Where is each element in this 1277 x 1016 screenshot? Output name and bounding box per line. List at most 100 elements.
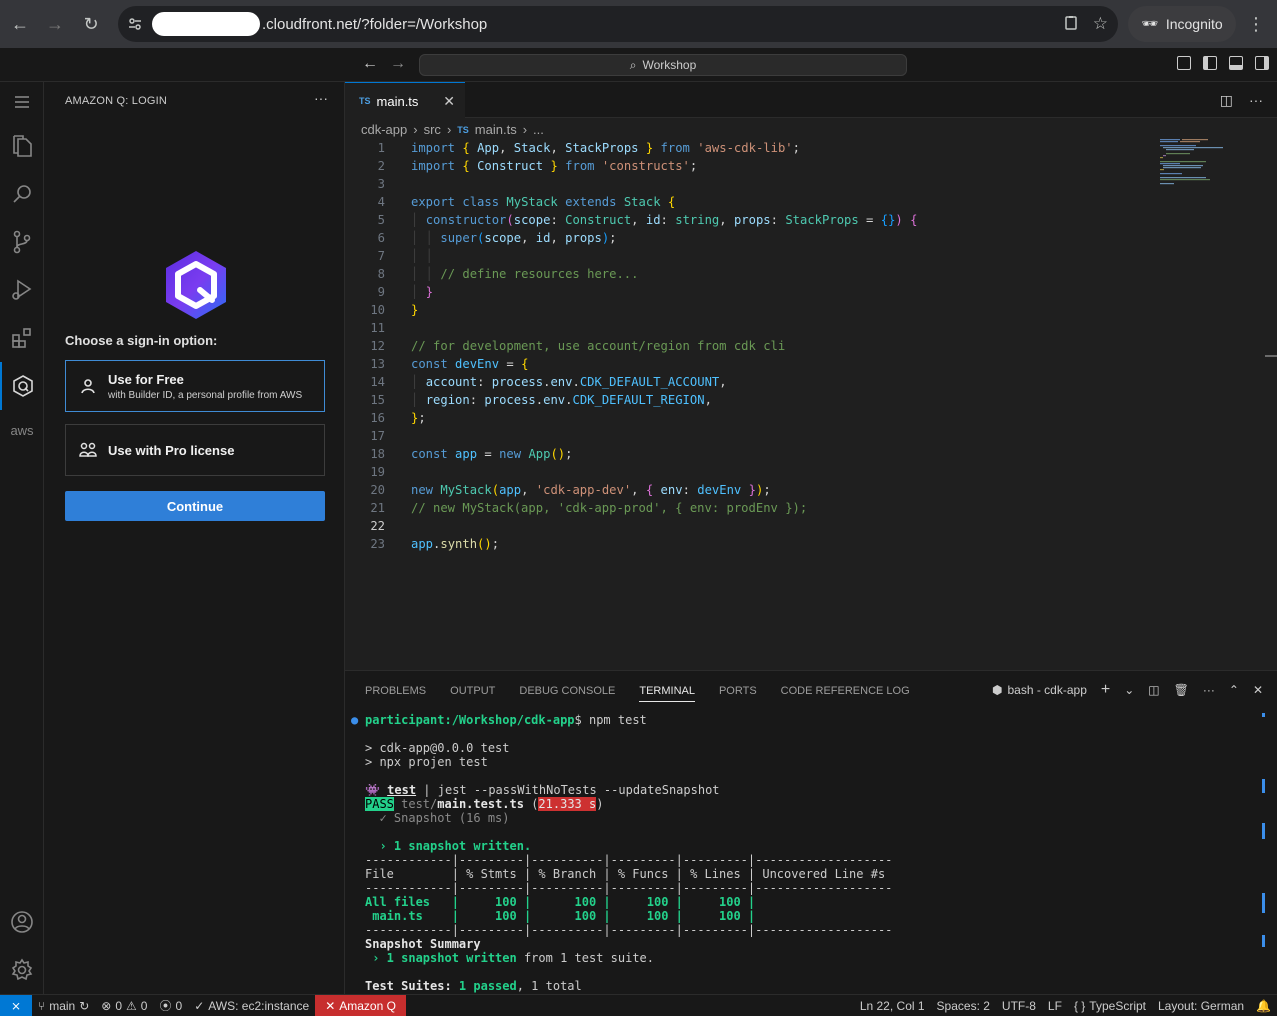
breadcrumb-item[interactable]: cdk-app xyxy=(361,122,407,137)
extensions-icon[interactable] xyxy=(0,314,44,362)
accounts-icon[interactable] xyxy=(0,898,44,946)
minimap[interactable] xyxy=(1160,139,1232,189)
aws-icon[interactable]: aws xyxy=(0,410,44,450)
prompt-dot-icon: ● xyxy=(351,713,359,727)
summary-tail: from 1 test suite. xyxy=(516,951,654,965)
branch-status[interactable]: ⑂ main ↻ xyxy=(32,999,95,1013)
command-center[interactable]: ⌕ Workshop xyxy=(419,54,907,76)
continue-button[interactable]: Continue xyxy=(65,491,325,521)
forward-icon[interactable]: → xyxy=(37,6,73,42)
prompt-path: participant:/Workshop/cdk-app xyxy=(365,713,575,727)
cursor-position[interactable]: Ln 22, Col 1 xyxy=(854,999,931,1013)
customize-layout-icon[interactable] xyxy=(1177,56,1191,70)
code-text: │ } xyxy=(411,285,434,299)
site-settings-icon[interactable] xyxy=(118,7,152,41)
keyboard-layout[interactable]: Layout: German xyxy=(1152,999,1250,1013)
toggle-sidebar-icon[interactable] xyxy=(1203,56,1217,70)
split-terminal-icon[interactable]: ◫ xyxy=(1148,683,1159,697)
terminal-scrollbar[interactable] xyxy=(1262,713,1265,993)
browser-toolbar: ← → ↻ .cloudfront.net/?folder=/Workshop … xyxy=(0,0,1277,48)
ports-status[interactable]: ⦿ 0 xyxy=(153,997,188,1014)
use-with-pro-title: Use with Pro license xyxy=(108,442,235,458)
chevron-down-icon[interactable]: ⌄ xyxy=(1124,683,1134,697)
breadcrumb-item[interactable]: main.ts xyxy=(475,122,517,137)
reload-icon[interactable]: ↻ xyxy=(73,6,109,42)
tab-problems[interactable]: PROBLEMS xyxy=(365,685,426,702)
tab-label: main.ts xyxy=(376,93,419,109)
new-terminal-icon[interactable]: + xyxy=(1101,681,1110,699)
suites-label: Test Suites: xyxy=(365,979,459,993)
explorer-icon[interactable] xyxy=(0,122,44,170)
back-icon[interactable]: ← xyxy=(2,6,38,42)
title-bar: ← → ⌕ Workshop xyxy=(0,48,1277,82)
line-number: 1 xyxy=(377,141,385,155)
run-debug-icon[interactable] xyxy=(0,266,44,314)
amazon-q-icon[interactable] xyxy=(0,362,44,410)
use-for-free-title: Use for Free xyxy=(108,371,184,387)
problems-status[interactable]: ⊗ 0 ⚠ 0 xyxy=(95,999,153,1013)
maximize-panel-icon[interactable]: ⌃ xyxy=(1229,683,1239,697)
terminal-line: ------------|---------|----------|------… xyxy=(365,923,893,937)
breadcrumb-item[interactable]: src xyxy=(424,122,441,137)
more-actions-icon[interactable]: ··· xyxy=(1249,92,1263,109)
terminal-output[interactable]: ● participant:/Workshop/cdk-app$ npm test… xyxy=(351,713,893,993)
breadcrumb: cdk-app › src › TS main.ts › ... xyxy=(361,122,544,137)
code-line: 1 import { App, Stack, StackProps } from … xyxy=(345,139,1145,157)
search-icon: ⌕ xyxy=(629,57,637,72)
aws-status[interactable]: ✓ AWS: ec2:instance xyxy=(188,999,315,1013)
nav-forward-icon[interactable]: → xyxy=(390,55,406,73)
line-number: 2 xyxy=(377,159,385,173)
end-of-line[interactable]: LF xyxy=(1042,999,1068,1013)
use-for-free-option[interactable]: Use for Free with Builder ID, a personal… xyxy=(65,360,325,412)
more-actions-icon[interactable]: ··· xyxy=(314,90,328,106)
terminal-line: File | % Stmts | % Branch | % Funcs | % … xyxy=(365,867,893,881)
tab-main-ts[interactable]: TS main.ts ✕ xyxy=(345,82,465,119)
url-text: .cloudfront.net/?folder=/Workshop xyxy=(262,15,488,33)
remote-indicator-icon[interactable]: ⨯ xyxy=(0,994,32,1016)
code-line: 11 xyxy=(345,319,1145,337)
breadcrumb-item[interactable]: ... xyxy=(533,122,544,137)
tab-output[interactable]: OUTPUT xyxy=(450,685,495,702)
terminal-selector[interactable]: ⬢ bash - cdk-app xyxy=(992,683,1087,697)
language-mode[interactable]: { } TypeScript xyxy=(1068,999,1152,1013)
typescript-file-icon: TS xyxy=(457,124,469,135)
indentation[interactable]: Spaces: 2 xyxy=(931,999,996,1013)
settings-gear-icon[interactable] xyxy=(0,946,44,994)
use-with-pro-option[interactable]: Use with Pro license xyxy=(65,424,325,476)
tab-code-reference-log[interactable]: CODE REFERENCE LOG xyxy=(781,685,910,702)
amazon-q-status[interactable]: ✕ Amazon Q xyxy=(315,994,406,1016)
scrollbar-indicator[interactable] xyxy=(1265,355,1277,357)
code-line: 12 // for development, use account/region… xyxy=(345,337,1145,355)
code-line: 5 │ constructor(scope: Construct, id: str… xyxy=(345,211,1145,229)
encoding[interactable]: UTF-8 xyxy=(996,999,1042,1013)
bookmark-star-icon[interactable]: ☆ xyxy=(1093,14,1108,34)
nav-back-icon[interactable]: ← xyxy=(362,55,378,73)
more-actions-icon[interactable]: ··· xyxy=(1203,683,1215,697)
source-control-icon[interactable] xyxy=(0,218,44,266)
close-icon[interactable]: ✕ xyxy=(1253,683,1263,697)
notifications-bell-icon[interactable]: 🔔 xyxy=(1250,999,1277,1013)
menu-icon[interactable] xyxy=(0,82,44,122)
tab-terminal[interactable]: TERMINAL xyxy=(639,685,695,702)
terminal-line: PASS test/main.test.ts (21.333 s) xyxy=(365,797,892,811)
trash-icon[interactable]: 🗑 xyxy=(1174,683,1189,697)
toggle-secondary-sidebar-icon[interactable] xyxy=(1255,56,1269,70)
code-editor[interactable]: 1 import { App, Stack, StackProps } from … xyxy=(345,139,1145,553)
close-icon[interactable]: ✕ xyxy=(443,93,455,110)
split-editor-icon[interactable]: ◫ xyxy=(1220,92,1233,109)
tab-ports[interactable]: PORTS xyxy=(719,685,757,702)
search-icon[interactable] xyxy=(0,170,44,218)
clipboard-icon[interactable] xyxy=(1063,15,1079,34)
toggle-panel-icon[interactable] xyxy=(1229,56,1243,70)
test-file: main.test.ts xyxy=(437,797,524,811)
browser-menu-icon[interactable]: ⋮ xyxy=(1244,6,1268,42)
amazon-q-label: Amazon Q xyxy=(339,998,396,1013)
address-bar[interactable]: .cloudfront.net/?folder=/Workshop ☆ xyxy=(118,6,1118,42)
tab-debug-console[interactable]: DEBUG CONSOLE xyxy=(519,685,615,702)
line-number: 20 xyxy=(370,483,385,497)
amazon-q-logo xyxy=(162,248,230,325)
incognito-button[interactable]: 🕶 Incognito xyxy=(1128,6,1236,42)
line-number: 13 xyxy=(370,357,385,371)
braces-icon: { } xyxy=(1073,998,1086,1013)
